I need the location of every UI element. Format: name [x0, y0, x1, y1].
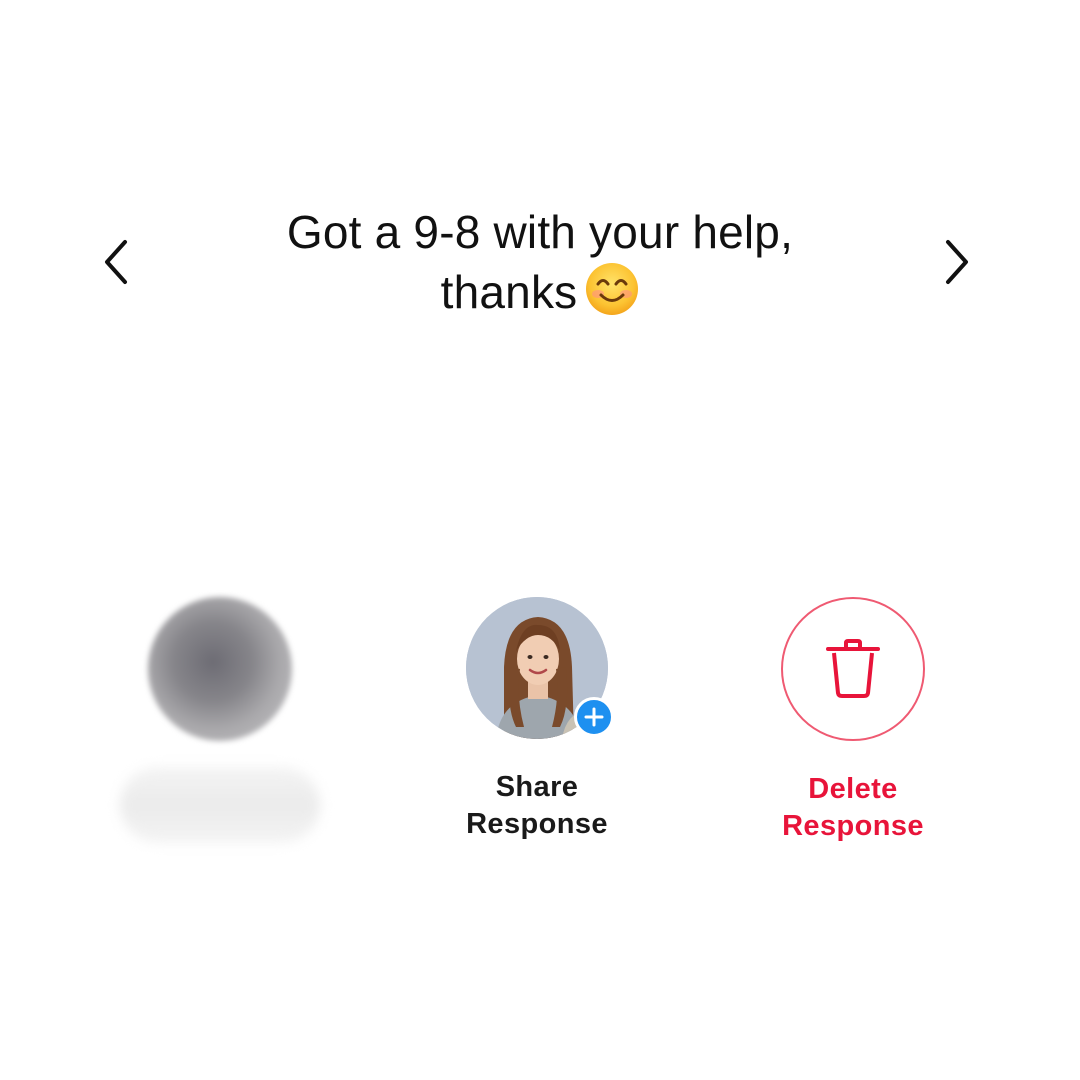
responder-profile[interactable]	[90, 597, 350, 843]
user-avatar[interactable]	[466, 597, 614, 739]
previous-button[interactable]	[92, 238, 140, 286]
response-message-text: Got a 9-8 with your help, thanks	[286, 206, 794, 318]
delete-circle[interactable]	[781, 597, 925, 741]
share-response-label: Share Response	[466, 771, 608, 840]
next-button[interactable]	[933, 238, 981, 286]
delete-response-label: Delete Response	[782, 773, 924, 842]
delete-response-button[interactable]: Delete Response	[723, 597, 983, 845]
trash-icon	[826, 639, 880, 698]
response-message: Got a 9-8 with your help, thanks	[240, 202, 840, 330]
plus-icon[interactable]	[574, 697, 614, 737]
response-viewer: Got a 9-8 with your help, thanks Share R…	[0, 0, 1080, 1080]
chevron-left-icon	[105, 240, 127, 284]
responder-name-redacted	[120, 767, 320, 843]
responder-avatar[interactable]	[148, 597, 292, 741]
chevron-right-icon	[946, 240, 968, 284]
smiling-face-icon	[585, 262, 639, 330]
share-response-button[interactable]: Share Response	[407, 597, 667, 843]
